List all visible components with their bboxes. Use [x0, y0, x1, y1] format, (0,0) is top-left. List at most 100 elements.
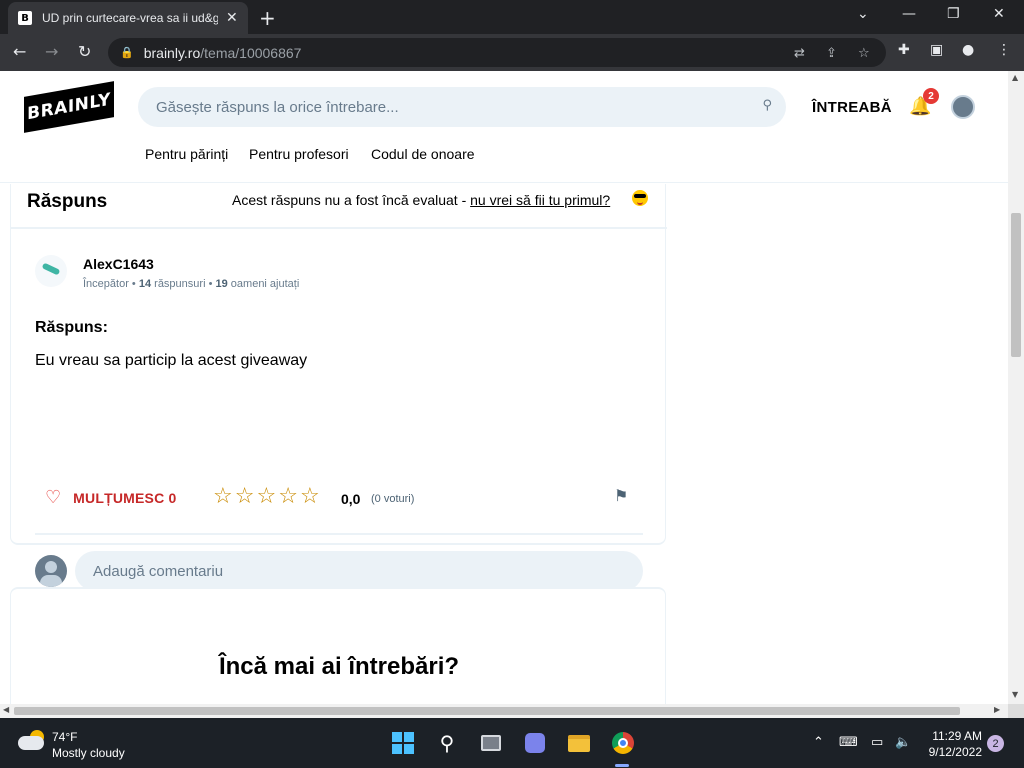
helped-label: oameni ajutați — [230, 278, 300, 290]
weather-icon[interactable] — [18, 730, 46, 750]
screen: B UD prin curtecare-vrea sa ii ud&g ✕ + … — [0, 0, 1024, 768]
answerer-avatar[interactable] — [35, 255, 67, 287]
scroll-left-arrow-icon[interactable]: ◀ — [3, 705, 9, 714]
browser-toolbar: ← → ↻ 🔒 brainly.ro /tema/10006867 ⇄ ⇪ ☆ … — [0, 34, 1024, 71]
star-icon[interactable]: ☆ — [213, 484, 233, 509]
votes-count: (0 voturi) — [371, 493, 415, 505]
horizontal-scrollbar[interactable]: ◀ ▶ — [0, 704, 1008, 718]
windows-taskbar: 74°F Mostly cloudy ⚲ ⌃ ⌨ ▭ 🔈 11:29 AM 9/… — [0, 718, 1024, 768]
rating-note-text: Acest răspuns nu a fost încă evaluat - — [232, 192, 471, 208]
clock-time: 11:29 AM — [932, 729, 982, 743]
star-icon[interactable]: ☆ — [235, 484, 255, 509]
thanks-button[interactable]: ♡ MULȚUMESC 0 — [45, 487, 176, 508]
answer-section-title: Răspuns — [27, 191, 108, 212]
url-host: brainly.ro — [143, 44, 201, 61]
windows-logo-icon — [392, 732, 414, 754]
extensions-icon[interactable]: ✚ — [898, 42, 910, 58]
answer-card: Răspuns Acest răspuns nu a fost încă eva… — [10, 184, 667, 591]
browser-titlebar: B UD prin curtecare-vrea sa ii ud&g ✕ + … — [0, 0, 1024, 34]
helped-count: 19 — [215, 278, 228, 290]
search-taskbar-icon[interactable]: ⚲ — [435, 731, 459, 755]
more-questions-card: Încă mai ai întrebări? — [10, 587, 666, 704]
weather-condition[interactable]: Mostly cloudy — [52, 746, 125, 760]
cloud-shape — [18, 736, 44, 750]
translate-icon[interactable]: ⇄ — [794, 46, 805, 61]
clock-date: 9/12/2022 — [928, 745, 982, 759]
user-avatar[interactable] — [951, 95, 975, 119]
search-bar: ⚲ — [138, 87, 786, 127]
task-view-icon[interactable] — [479, 731, 503, 755]
divider — [35, 533, 643, 535]
scroll-right-arrow-icon[interactable]: ▶ — [994, 705, 1000, 714]
be-first-link[interactable]: nu vrei să fii tu primul? — [470, 192, 610, 208]
answerer-meta: Începător • 14 răspunsuri • 19 oameni aj… — [83, 278, 300, 290]
search-icon[interactable]: ⚲ — [762, 98, 772, 113]
star-rating: ☆ ☆ ☆ ☆ ☆ — [213, 484, 322, 509]
bookmark-star-icon[interactable]: ☆ — [858, 46, 870, 61]
profile-icon[interactable]: ● — [962, 42, 974, 58]
brainly-favicon-icon: B — [18, 11, 32, 25]
tab-close-icon[interactable]: ✕ — [226, 10, 238, 26]
close-window-button[interactable]: ✕ — [993, 6, 1005, 22]
star-icon[interactable]: ☆ — [278, 484, 298, 509]
network-icon[interactable]: ▭ — [871, 735, 883, 750]
share-icon[interactable]: ⇪ — [826, 46, 837, 61]
answer-card-header: Răspuns Acest răspuns nu a fost încă eva… — [11, 184, 667, 229]
more-questions-heading: Încă mai ai întrebări? — [218, 653, 460, 680]
address-bar[interactable]: 🔒 brainly.ro /tema/10006867 ⇄ ⇪ ☆ — [108, 38, 886, 67]
rating-value: 0,0 — [341, 491, 361, 507]
answers-count: 14 — [138, 278, 152, 290]
lock-icon[interactable]: 🔒 — [120, 46, 134, 59]
browser-tab[interactable]: B UD prin curtecare-vrea sa ii ud&g ✕ — [8, 2, 248, 34]
ask-question-button[interactable]: ÎNTREABĂ — [812, 99, 892, 116]
thanks-label: MULȚUMESC 0 — [73, 489, 177, 506]
subnav-parents-link[interactable]: Pentru părinți — [145, 146, 228, 162]
minimize-button[interactable]: — — [902, 6, 916, 22]
keyboard-icon[interactable]: ⌨ — [839, 735, 858, 750]
forward-button[interactable]: → — [45, 42, 58, 61]
vertical-scrollbar[interactable]: ▲ ▼ — [1008, 71, 1024, 704]
star-icon[interactable]: ☆ — [300, 484, 320, 509]
chrome-taskbar-icon[interactable] — [611, 731, 635, 755]
url-path: /tema/10006867 — [200, 44, 302, 61]
taskbar-clock[interactable]: 11:29 AM 9/12/2022 — [926, 728, 982, 760]
volume-icon[interactable]: 🔈 — [895, 735, 911, 750]
vertical-scroll-thumb[interactable] — [1011, 213, 1021, 357]
brainly-logo[interactable]: BRAINLY — [24, 81, 114, 133]
tab-search-icon[interactable]: ⌄ — [857, 6, 869, 22]
horizontal-scroll-thumb[interactable] — [14, 707, 960, 715]
answer-text: Eu vreau sa particip la acest giveaway — [35, 352, 308, 369]
back-button[interactable]: ← — [13, 42, 26, 61]
cool-face-emoji-icon — [632, 190, 648, 206]
comment-input[interactable] — [75, 551, 643, 591]
answers-label: răspunsuri — [154, 278, 206, 290]
scrollbar-corner — [1008, 704, 1024, 718]
site-header: BRAINLY ⚲ ÎNTREABĂ 🔔 2 Pentru părinți Pe… — [0, 71, 1008, 183]
weather-temperature[interactable]: 74°F — [52, 730, 77, 744]
answerer-username[interactable]: AlexC1643 — [83, 256, 154, 272]
subnav-teachers-link[interactable]: Pentru profesori — [249, 146, 349, 162]
logo-text: BRAINLY — [27, 89, 111, 125]
scroll-down-arrow-icon[interactable]: ▼ — [1012, 690, 1018, 699]
search-input[interactable] — [156, 98, 746, 116]
heart-icon: ♡ — [45, 487, 62, 508]
file-explorer-icon[interactable] — [567, 731, 591, 755]
reload-button[interactable]: ↻ — [78, 42, 91, 61]
report-flag-icon[interactable]: ⚑ — [614, 486, 628, 505]
side-panel-icon[interactable]: ▣ — [930, 42, 943, 58]
show-hidden-icons-icon[interactable]: ⌃ — [813, 735, 824, 750]
commenter-avatar — [35, 555, 67, 587]
restore-button[interactable]: ❐ — [947, 6, 960, 22]
start-button[interactable] — [391, 731, 415, 755]
tab-title: UD prin curtecare-vrea sa ii ud&g — [42, 11, 218, 25]
answer-label: Răspuns: — [35, 319, 108, 336]
teams-chat-icon[interactable] — [523, 731, 547, 755]
notification-badge: 2 — [923, 88, 939, 104]
star-icon[interactable]: ☆ — [256, 484, 276, 509]
chrome-menu-icon[interactable]: ⋮ — [997, 42, 1011, 58]
page-viewport: BRAINLY ⚲ ÎNTREABĂ 🔔 2 Pentru părinți Pe… — [0, 71, 1008, 704]
new-tab-button[interactable]: + — [259, 6, 276, 30]
subnav-honor-code-link[interactable]: Codul de onoare — [371, 146, 475, 162]
notification-center-badge[interactable]: 2 — [987, 735, 1004, 752]
scroll-up-arrow-icon[interactable]: ▲ — [1012, 73, 1018, 82]
